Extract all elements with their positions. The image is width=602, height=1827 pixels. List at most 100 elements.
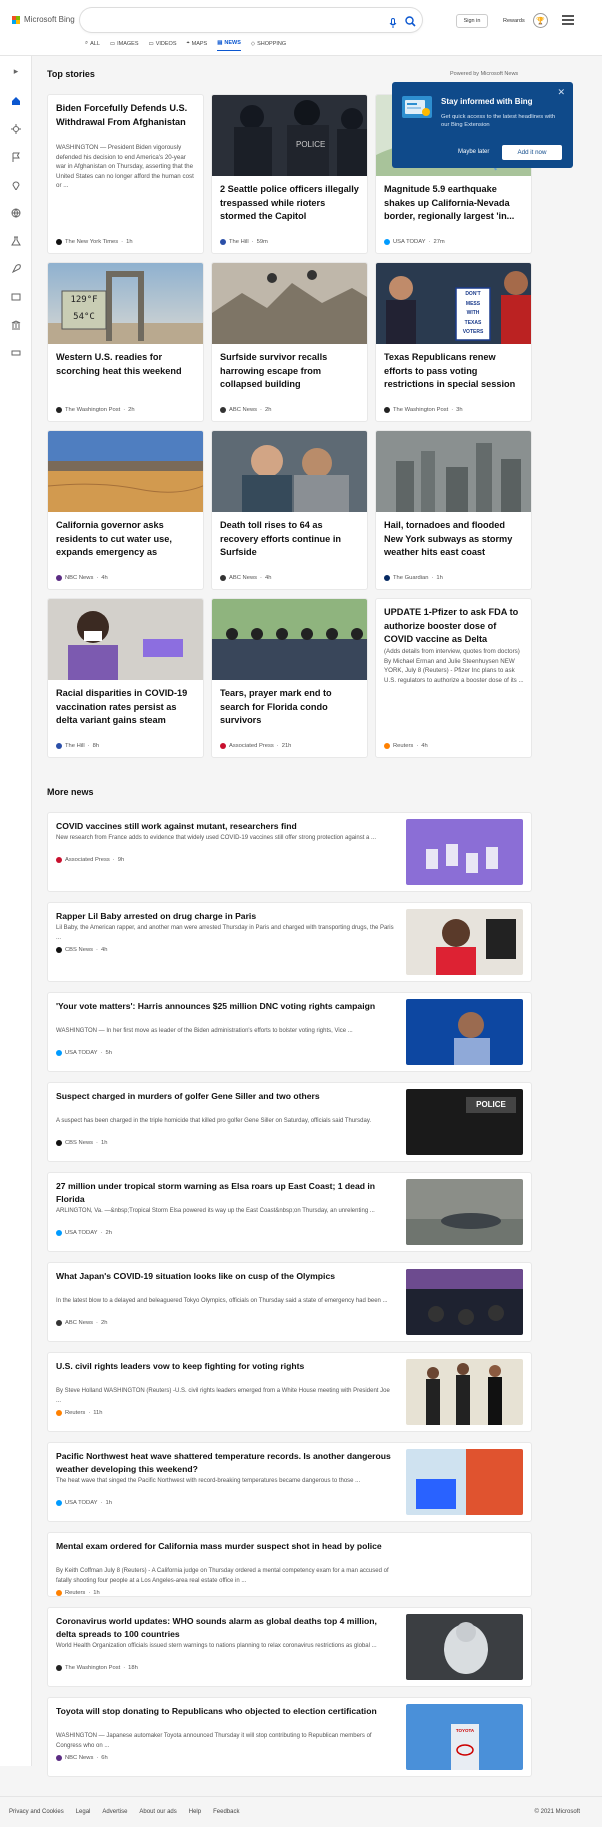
news-list-item[interactable]: Coronavirus world updates: WHO sounds al… [47, 1607, 532, 1687]
politics-icon[interactable] [9, 318, 23, 332]
globe-icon[interactable] [9, 206, 23, 220]
news-title[interactable]: COVID vaccines still work against mutant… [56, 820, 391, 833]
about-ads-link[interactable]: About our ads [139, 1809, 176, 1815]
story-title[interactable]: Surfside survivor recalls harrowing esca… [220, 351, 360, 392]
expand-sidebar-icon[interactable]: ▸ [9, 64, 23, 78]
hamburger-menu-icon[interactable] [562, 15, 574, 27]
story-title[interactable]: Tears, prayer mark end to search for Flo… [220, 687, 360, 728]
maybe-later-button[interactable]: Maybe later [458, 149, 489, 155]
news-list-item[interactable]: U.S. civil rights leaders vow to keep fi… [47, 1352, 532, 1432]
bing-logo[interactable]: Microsoft Bing [12, 15, 75, 24]
news-title[interactable]: What Japan's COVID-19 situation looks li… [56, 1270, 391, 1283]
news-list-item[interactable]: 'Your vote matters': Harris announces $2… [47, 992, 532, 1072]
news-list-item[interactable]: Mental exam ordered for California mass … [47, 1532, 532, 1597]
advertise-link[interactable]: Advertise [102, 1809, 127, 1815]
tab-all[interactable]: ⌕ ALL [85, 40, 100, 51]
story-image [212, 599, 367, 680]
footer: Privacy and Cookies Legal Advertise Abou… [0, 1796, 602, 1827]
news-source: Associated Press · 9h [56, 857, 124, 863]
source-name: NBC News [65, 1755, 94, 1761]
money-icon[interactable] [9, 346, 23, 360]
news-list-item[interactable]: Rapper Lil Baby arrested on drug charge … [47, 902, 532, 982]
news-time: 1h [105, 1500, 112, 1506]
news-thumbnail [406, 909, 523, 975]
news-title[interactable]: 'Your vote matters': Harris announces $2… [56, 1000, 391, 1013]
news-title[interactable]: Suspect charged in murders of golfer Gen… [56, 1090, 391, 1103]
source-logo-icon [384, 407, 390, 413]
add-extension-button[interactable]: Add it now [502, 145, 562, 160]
legal-link[interactable]: Legal [76, 1809, 91, 1815]
story-card[interactable]: 129°F 54°C Western U.S. readies for scorch… [47, 262, 204, 422]
story-card[interactable]: Hail, tornadoes and flooded New York sub… [375, 430, 532, 590]
source-name: Reuters [65, 1410, 86, 1416]
help-link[interactable]: Help [189, 1809, 201, 1815]
microphone-icon[interactable] [389, 15, 397, 33]
story-card[interactable]: Death toll rises to 64 as recovery effor… [211, 430, 368, 590]
story-title[interactable]: Magnitude 5.9 earthquake shakes up Calif… [384, 183, 524, 224]
story-card[interactable]: Biden Forcefully Defends U.S. Withdrawal… [47, 94, 204, 254]
news-list-item[interactable]: Toyota will stop donating to Republicans… [47, 1697, 532, 1777]
news-title[interactable]: Pacific Northwest heat wave shattered te… [56, 1450, 391, 1476]
search-box[interactable] [80, 8, 422, 32]
tab-images[interactable]: ▭ IMAGES [110, 40, 139, 51]
coronavirus-icon[interactable] [9, 122, 23, 136]
news-list-item[interactable]: What Japan's COVID-19 situation looks li… [47, 1262, 532, 1342]
tab-label: ALL [90, 40, 100, 47]
story-source: The Hill · 59m [220, 239, 268, 245]
news-list-item[interactable]: 27 million under tropical storm warning … [47, 1172, 532, 1252]
news-title[interactable]: U.S. civil rights leaders vow to keep fi… [56, 1360, 391, 1373]
separator: · [88, 1590, 91, 1596]
rocket-icon[interactable] [9, 262, 23, 276]
news-list-item[interactable]: Suspect charged in murders of golfer Gen… [47, 1082, 532, 1162]
story-card[interactable]: POLICE 2 Seattle police officers illegall… [211, 94, 368, 254]
story-title[interactable]: Death toll rises to 64 as recovery effor… [220, 519, 360, 560]
tab-news[interactable]: ▤ NEWS [217, 40, 241, 51]
story-title[interactable]: Biden Forcefully Defends U.S. Withdrawal… [56, 102, 196, 129]
story-time: 8h [92, 743, 100, 749]
story-card[interactable]: Surfside survivor recalls harrowing esca… [211, 262, 368, 422]
tab-shopping[interactable]: ◇ SHOPPING [251, 40, 286, 51]
tab-videos[interactable]: ▭ VIDEOS [149, 40, 177, 51]
news-title[interactable]: Toyota will stop donating to Republicans… [56, 1705, 391, 1718]
story-card[interactable]: Racial disparities in COVID-19 vaccinati… [47, 598, 204, 758]
story-title[interactable]: UPDATE 1-Pfizer to ask FDA to authorize … [384, 606, 524, 648]
flag-icon[interactable] [9, 150, 23, 164]
story-card[interactable]: California governor asks residents to cu… [47, 430, 204, 590]
privacy-link[interactable]: Privacy and Cookies [9, 1809, 64, 1815]
story-card[interactable]: UPDATE 1-Pfizer to ask FDA to authorize … [375, 598, 532, 758]
separator: · [96, 1755, 99, 1761]
story-time: 1h [436, 575, 443, 581]
feedback-link[interactable]: Feedback [213, 1809, 239, 1815]
tab-label: IMAGES [117, 40, 139, 47]
story-title[interactable]: Racial disparities in COVID-19 vaccinati… [56, 687, 196, 728]
story-title[interactable]: California governor asks residents to cu… [56, 519, 196, 561]
story-title[interactable]: 2 Seattle police officers illegally tres… [220, 183, 360, 224]
story-card[interactable]: Tears, prayer mark end to search for Flo… [211, 598, 368, 758]
tab-maps[interactable]: ⌖ MAPS [187, 40, 208, 51]
location-icon[interactable] [9, 178, 23, 192]
story-card[interactable]: DON'T MESS WITH TEXAS VOTERS Texas Republican… [375, 262, 532, 422]
search-icon[interactable] [405, 14, 416, 32]
story-title[interactable]: Hail, tornadoes and flooded New York sub… [384, 519, 524, 560]
news-title[interactable]: 27 million under tropical storm warning … [56, 1180, 391, 1206]
news-title[interactable]: Mental exam ordered for California mass … [56, 1540, 391, 1553]
news-list-item[interactable]: Pacific Northwest heat wave shattered te… [47, 1442, 532, 1522]
close-icon[interactable]: ✕ [557, 87, 565, 98]
story-source: The Washington Post · 3h [384, 407, 463, 413]
sign-in-button[interactable]: Sign in [456, 14, 488, 28]
news-title[interactable]: Coronavirus world updates: WHO sounds al… [56, 1615, 391, 1641]
entertainment-icon[interactable] [9, 290, 23, 304]
rewards-link[interactable]: Rewards [503, 18, 525, 24]
story-source: The Guardian · 1h [384, 575, 443, 581]
source-logo-icon [220, 407, 226, 413]
science-icon[interactable] [9, 234, 23, 248]
home-icon[interactable] [9, 94, 23, 108]
source-logo-icon [56, 947, 62, 953]
news-snippet: WASHINGTON — In her first move as leader… [56, 1028, 353, 1034]
trophy-icon[interactable]: 🏆 [533, 13, 548, 28]
story-title[interactable]: Western U.S. readies for scorching heat … [56, 351, 196, 378]
search-input[interactable] [92, 12, 372, 28]
news-list-item[interactable]: COVID vaccines still work against mutant… [47, 812, 532, 892]
story-title[interactable]: Texas Republicans renew efforts to pass … [384, 351, 524, 392]
news-title[interactable]: Rapper Lil Baby arrested on drug charge … [56, 910, 391, 923]
